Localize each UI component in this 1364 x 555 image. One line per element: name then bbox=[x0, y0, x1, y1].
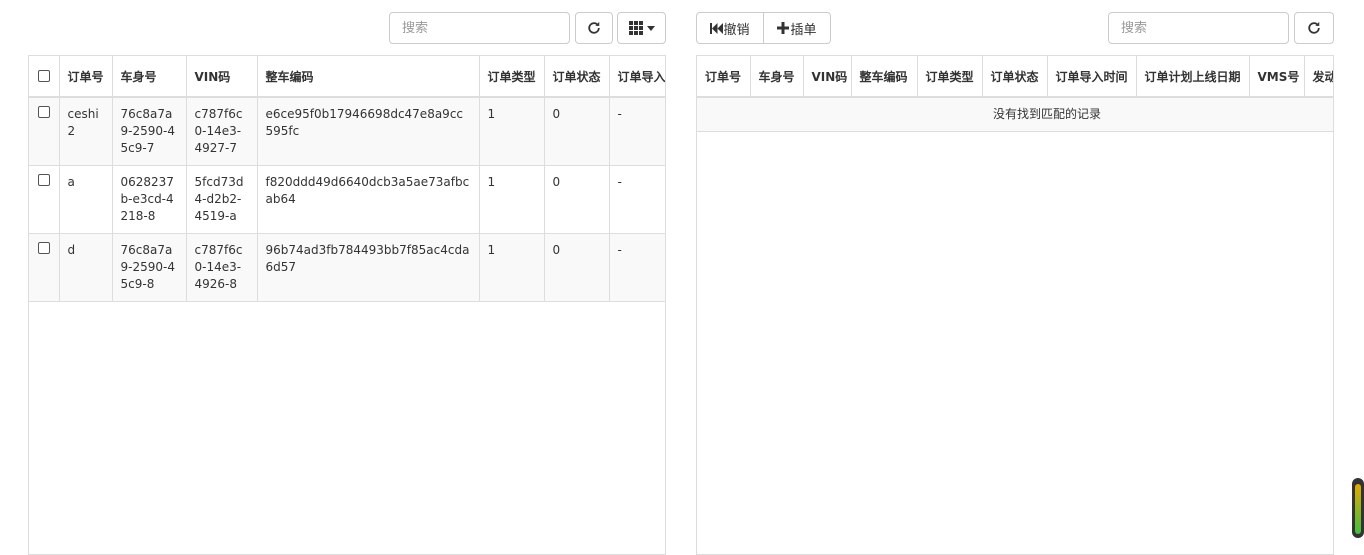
vin-cell: c787f6c0-14e3-4926-8 bbox=[186, 233, 258, 302]
table-row[interactable]: d 76c8a7a9-2590-45c9-8 c787f6c0-14e3-492… bbox=[29, 233, 665, 302]
column-header[interactable]: 整车编码 bbox=[257, 56, 480, 98]
column-header[interactable]: 发动 bbox=[1304, 56, 1333, 98]
order-status-cell: 0 bbox=[544, 233, 610, 302]
column-header[interactable]: 订单号 bbox=[697, 56, 751, 98]
left-columns-button[interactable] bbox=[617, 12, 666, 44]
undo-label: 撤销 bbox=[723, 22, 750, 38]
vehicle-code-cell: f820ddd49d6640dcb3a5ae73afbcab64 bbox=[257, 165, 480, 234]
row-select-cell bbox=[29, 233, 60, 302]
empty-message-text: 没有找到匹配的记录 bbox=[992, 107, 1101, 121]
order-import-cell: - bbox=[609, 233, 665, 302]
insert-order-label: 插单 bbox=[790, 22, 817, 38]
order-status-cell: 0 bbox=[544, 165, 610, 234]
right-search-input[interactable] bbox=[1108, 12, 1289, 44]
left-orders-table: 订单号 车身号 VIN码 整车编码 订单类型 订单状态 订单导入 ceshi2 … bbox=[29, 56, 665, 302]
select-all-checkbox[interactable] bbox=[37, 69, 50, 82]
order-type-cell: 1 bbox=[479, 233, 545, 302]
empty-row: 没有找到匹配的记录 bbox=[697, 97, 1333, 132]
caret-down-icon bbox=[646, 25, 655, 31]
column-header[interactable]: 订单导入 bbox=[609, 56, 665, 98]
column-header[interactable]: 车身号 bbox=[112, 56, 187, 98]
plus-icon bbox=[777, 22, 790, 34]
empty-message: 没有找到匹配的记录 bbox=[697, 97, 1333, 132]
column-header[interactable]: 订单号 bbox=[59, 56, 113, 98]
column-header[interactable]: 订单状态 bbox=[982, 56, 1048, 98]
column-header[interactable]: VIN码 bbox=[803, 56, 852, 98]
column-header[interactable]: 订单状态 bbox=[544, 56, 610, 98]
undo-button[interactable]: 撤销 bbox=[696, 12, 764, 44]
scrollbar-thumb[interactable] bbox=[1355, 484, 1361, 534]
fast-backward-icon bbox=[710, 22, 724, 34]
row-select-cell bbox=[29, 165, 60, 234]
column-header[interactable]: 订单类型 bbox=[479, 56, 545, 98]
order-no-cell: d bbox=[59, 233, 113, 302]
table-row[interactable]: ceshi2 76c8a7a9-2590-45c9-7 c787f6c0-14e… bbox=[29, 97, 665, 166]
order-no-cell: a bbox=[59, 165, 113, 234]
order-type-cell: 1 bbox=[479, 97, 545, 166]
row-checkbox[interactable] bbox=[37, 106, 50, 118]
row-select-cell bbox=[29, 97, 60, 166]
right-orders-table: 订单号 车身号 VIN码 整车编码 订单类型 订单状态 订单导入时间 订单计划上… bbox=[697, 56, 1333, 132]
refresh-icon bbox=[1308, 21, 1320, 34]
order-import-cell: - bbox=[609, 97, 665, 166]
column-header[interactable]: 订单类型 bbox=[917, 56, 983, 98]
page-scrollbar[interactable] bbox=[1352, 478, 1364, 538]
vin-cell: c787f6c0-14e3-4927-7 bbox=[186, 97, 258, 166]
grid-icon bbox=[628, 21, 643, 35]
left-search-input[interactable] bbox=[389, 12, 570, 44]
refresh-icon bbox=[588, 21, 600, 34]
select-all-header bbox=[29, 56, 60, 98]
column-header[interactable]: 车身号 bbox=[750, 56, 804, 98]
order-import-cell: - bbox=[609, 165, 665, 234]
column-header[interactable]: 整车编码 bbox=[851, 56, 918, 98]
column-header[interactable]: VMS号 bbox=[1249, 56, 1305, 98]
order-status-cell: 0 bbox=[544, 97, 610, 166]
order-type-cell: 1 bbox=[479, 165, 545, 234]
table-row[interactable]: a 0628237b-e3cd-4218-8 5fcd73d4-d2b2-451… bbox=[29, 165, 665, 234]
vin-cell: 5fcd73d4-d2b2-4519-a bbox=[186, 165, 258, 234]
row-checkbox[interactable] bbox=[37, 174, 50, 186]
body-no-cell: 76c8a7a9-2590-45c9-8 bbox=[112, 233, 187, 302]
order-no-cell: ceshi2 bbox=[59, 97, 113, 166]
vehicle-code-cell: 96b74ad3fb784493bb7f85ac4cda6d57 bbox=[257, 233, 480, 302]
right-table-panel: 订单号 车身号 VIN码 整车编码 订单类型 订单状态 订单导入时间 订单计划上… bbox=[696, 55, 1334, 555]
row-checkbox[interactable] bbox=[37, 242, 50, 254]
column-header[interactable]: 订单导入时间 bbox=[1047, 56, 1137, 98]
right-refresh-button[interactable] bbox=[1294, 12, 1334, 44]
body-no-cell: 76c8a7a9-2590-45c9-7 bbox=[112, 97, 187, 166]
body-no-cell: 0628237b-e3cd-4218-8 bbox=[112, 165, 187, 234]
column-header[interactable]: VIN码 bbox=[186, 56, 258, 98]
left-table-panel: 订单号 车身号 VIN码 整车编码 订单类型 订单状态 订单导入 ceshi2 … bbox=[28, 55, 666, 555]
insert-order-button[interactable]: 插单 bbox=[764, 12, 831, 44]
vehicle-code-cell: e6ce95f0b17946698dc47e8a9cc595fc bbox=[257, 97, 480, 166]
left-refresh-button[interactable] bbox=[575, 12, 613, 44]
column-header[interactable]: 订单计划上线日期 bbox=[1136, 56, 1250, 98]
